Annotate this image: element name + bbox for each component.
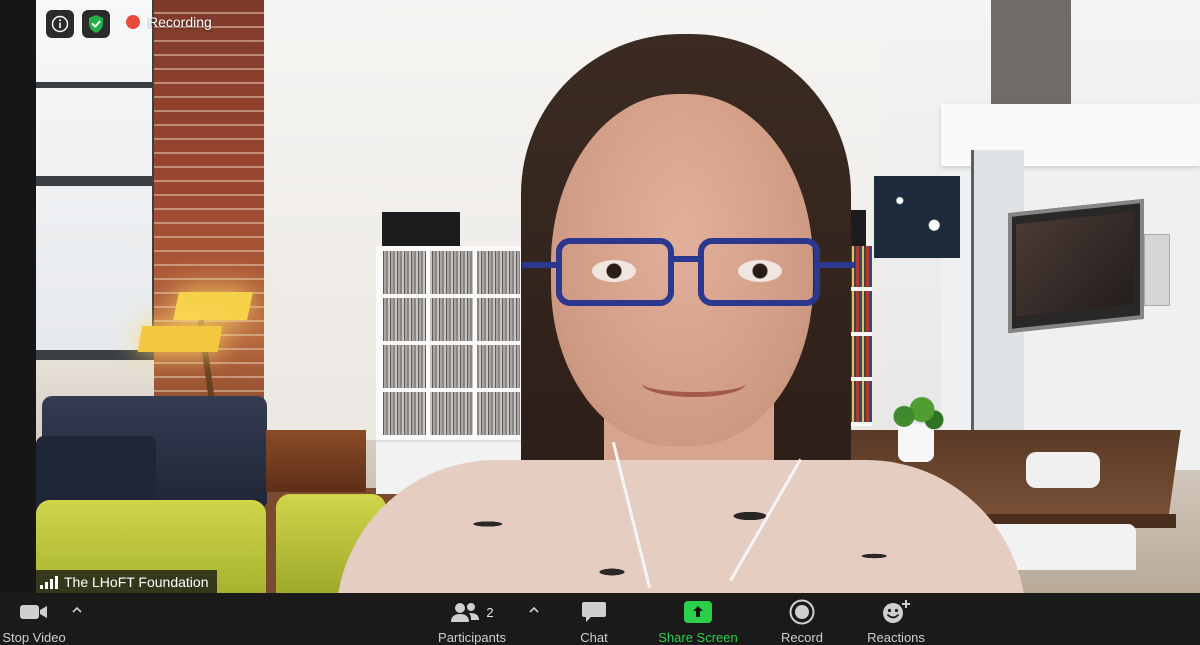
meeting-toolbar: Stop Video 2 Participants Chat Share Scr… <box>0 593 1200 645</box>
share-screen-icon <box>684 599 712 625</box>
video-speaker <box>382 212 460 248</box>
glasses-bridge <box>670 256 702 262</box>
emoji-add-icon <box>881 599 911 625</box>
video-tv-mount <box>1144 234 1170 306</box>
info-icon <box>51 15 69 33</box>
participant-count: 2 <box>486 604 494 620</box>
people-icon: 2 <box>450 599 494 625</box>
participant-name: The LHoFT Foundation <box>64 573 209 590</box>
participant-video[interactable] <box>36 0 1200 593</box>
recording-dot-icon <box>126 15 140 29</box>
participant-name-tag: The LHoFT Foundation <box>36 570 217 593</box>
glasses-lens <box>556 238 674 306</box>
reactions-label: Reactions <box>867 630 925 645</box>
video-options-caret-icon[interactable] <box>70 603 84 617</box>
video-lamp-shade <box>173 292 253 320</box>
glasses-arm <box>816 262 856 268</box>
glasses-arm <box>522 262 558 268</box>
video-window-frame <box>36 0 158 360</box>
person-torso <box>336 460 1026 593</box>
record-label: Record <box>781 630 823 645</box>
video-artwork <box>874 176 960 258</box>
video-tv-screen <box>1016 211 1134 317</box>
signal-bars-icon <box>40 575 58 589</box>
video-plant <box>886 396 946 430</box>
chat-bubble-icon <box>581 599 607 625</box>
video-stage: Recording The LHoFT Foundation <box>0 0 1200 593</box>
stop-video-label: Stop Video <box>2 630 66 645</box>
share-screen-label: Share Screen <box>658 630 738 645</box>
glasses-lens <box>698 238 820 306</box>
video-side-table <box>266 430 366 492</box>
participants-label: Participants <box>438 630 506 645</box>
shield-check-icon <box>89 15 103 33</box>
recording-indicator[interactable]: Recording <box>126 14 212 30</box>
person-mouth <box>642 370 746 397</box>
meeting-info-button[interactable] <box>46 10 74 38</box>
video-camera-icon <box>19 599 49 625</box>
record-button[interactable]: Record <box>772 593 832 645</box>
chat-button[interactable]: Chat <box>566 593 622 645</box>
record-icon <box>789 599 815 625</box>
reactions-button[interactable]: Reactions <box>858 593 934 645</box>
video-brick-wall <box>154 0 264 420</box>
participants-options-caret-icon[interactable] <box>527 603 541 617</box>
security-button[interactable] <box>82 10 110 38</box>
video-lamp-shade <box>137 326 223 352</box>
chat-label: Chat <box>580 630 608 645</box>
participants-button[interactable]: 2 Participants <box>426 593 518 645</box>
video-ceiling <box>991 0 1071 108</box>
video-chair <box>1026 452 1100 488</box>
stop-video-button[interactable]: Stop Video <box>0 593 76 645</box>
recording-label: Recording <box>148 14 212 30</box>
share-screen-button[interactable]: Share Screen <box>650 593 746 645</box>
